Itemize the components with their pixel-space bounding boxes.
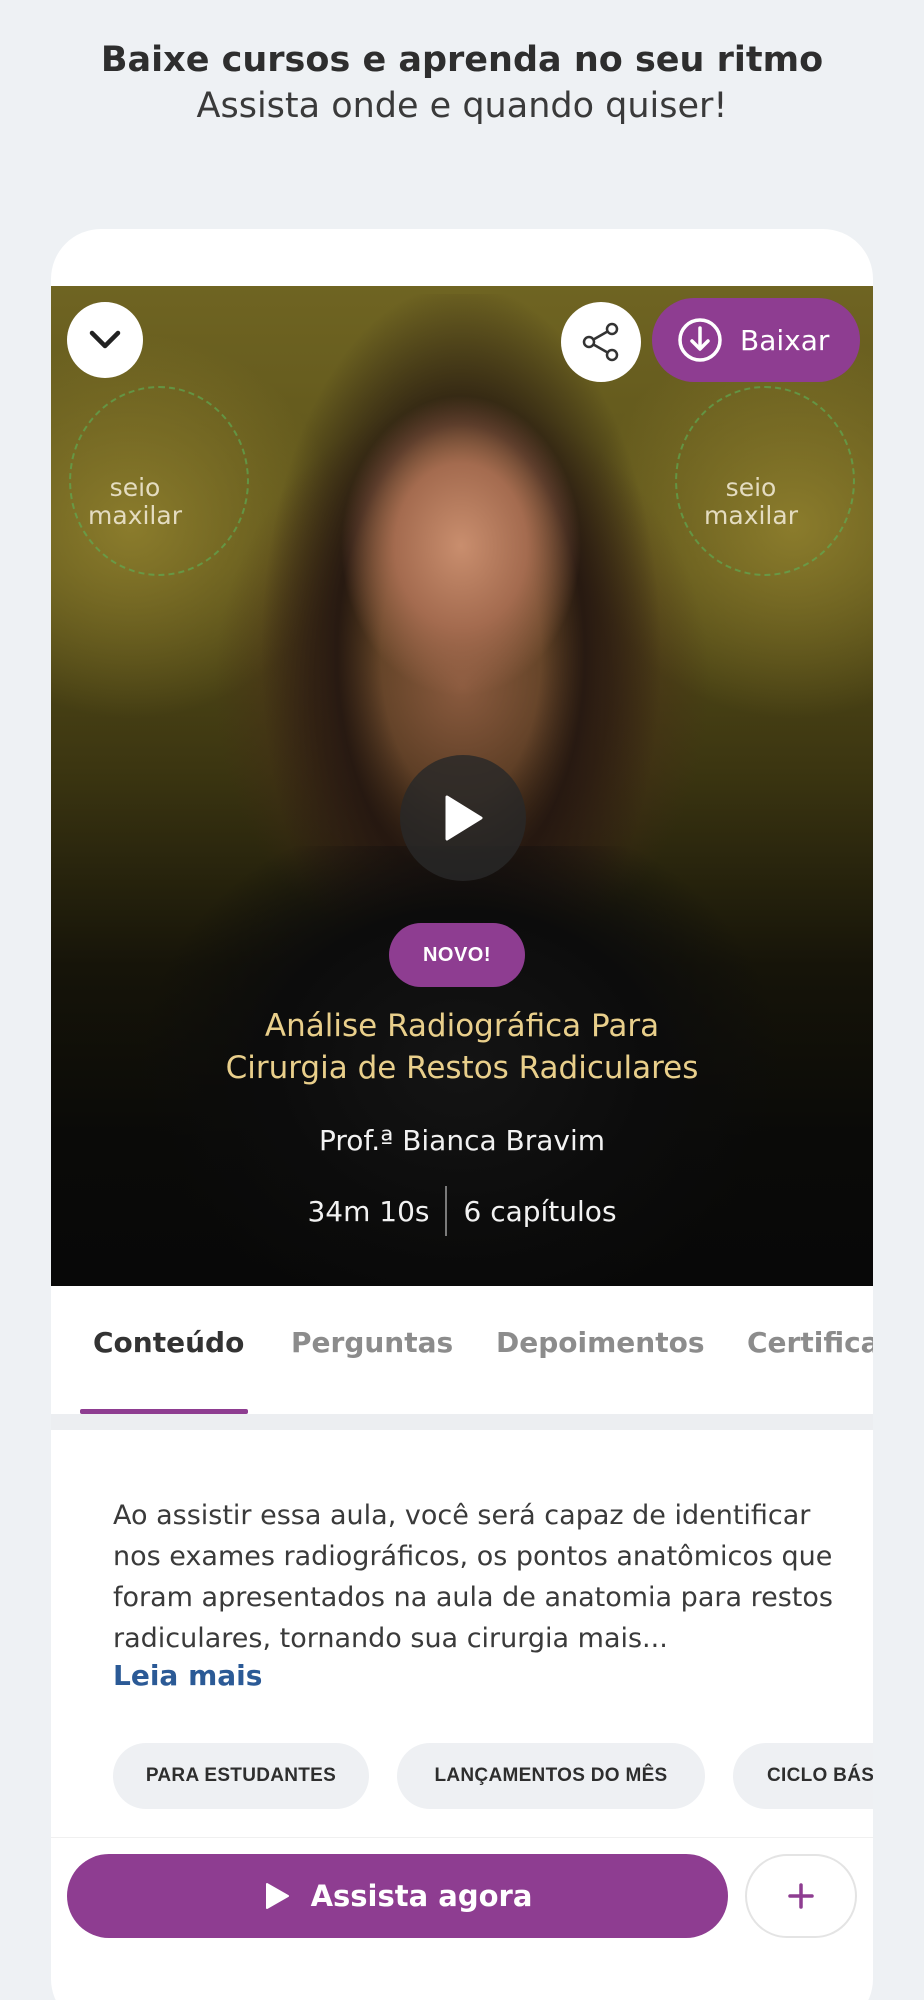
course-meta: 34m 10s 6 capítulos [51, 1186, 873, 1236]
download-button-label: Baixar [740, 323, 830, 357]
overlay-label-right: seio maxilar [704, 473, 798, 530]
bottom-action-bar: Assista agora [51, 1837, 873, 1957]
watch-now-label: Assista agora [310, 1879, 533, 1913]
course-duration: 34m 10s [307, 1194, 430, 1228]
download-circle-icon [678, 318, 722, 362]
promo-subtitle: Assista onde e quando quiser! [196, 86, 728, 126]
tab-perguntas[interactable]: Perguntas [291, 1326, 453, 1359]
plus-icon [788, 1883, 814, 1909]
chip-para-estudantes[interactable]: PARA ESTUDANTES [113, 1743, 369, 1809]
course-card: seio maxilar seio maxilar Baixar NOVO! A… [51, 229, 873, 2000]
professor-name: Prof.ª Bianca Bravim [318, 1124, 606, 1157]
collapse-button[interactable] [67, 302, 143, 378]
tab-certificado[interactable]: Certificado [747, 1326, 873, 1359]
tag-chips: PARA ESTUDANTES LANÇAMENTOS DO MÊS CICLO… [113, 1743, 873, 1813]
course-description: Ao assistir essa aula, você será capaz d… [113, 1500, 833, 1654]
play-icon [445, 795, 483, 841]
play-icon [265, 1883, 289, 1909]
new-badge: NOVO! [389, 923, 525, 987]
chip-lancamentos-do-mes[interactable]: LANÇAMENTOS DO MÊS [397, 1743, 705, 1809]
chevron-down-icon [89, 330, 121, 349]
course-title-line-1: Análise Radiográfica Para [264, 1008, 660, 1044]
share-icon [582, 322, 619, 362]
play-button[interactable] [400, 755, 526, 881]
tabs-separator [51, 1414, 873, 1430]
content-tabs: Conteúdo Perguntas Depoimentos Certifica… [51, 1286, 873, 1400]
tab-conteudo[interactable]: Conteúdo [93, 1326, 244, 1359]
course-hero-video[interactable]: seio maxilar seio maxilar Baixar NOVO! A… [51, 286, 873, 1286]
chip-ciclo-basico[interactable]: CICLO BÁSICO [733, 1743, 873, 1809]
course-title: Análise Radiográfica Para Cirurgia de Re… [51, 1005, 873, 1089]
download-button[interactable]: Baixar [652, 298, 860, 382]
promo-title: Baixe cursos e aprenda no seu ritmo [100, 40, 824, 80]
share-button[interactable] [561, 302, 641, 382]
watch-now-button[interactable]: Assista agora [67, 1854, 728, 1938]
course-title-line-2: Cirurgia de Restos Radiculares [225, 1050, 699, 1086]
promo-header: Baixe cursos e aprenda no seu ritmo Assi… [0, 38, 924, 128]
meta-divider [445, 1186, 448, 1236]
add-to-list-button[interactable] [745, 1854, 857, 1938]
tab-depoimentos[interactable]: Depoimentos [496, 1326, 705, 1359]
read-more-link[interactable]: Leia mais [113, 1659, 262, 1692]
overlay-label-left: seio maxilar [88, 473, 182, 530]
course-chapters: 6 capítulos [463, 1194, 617, 1228]
